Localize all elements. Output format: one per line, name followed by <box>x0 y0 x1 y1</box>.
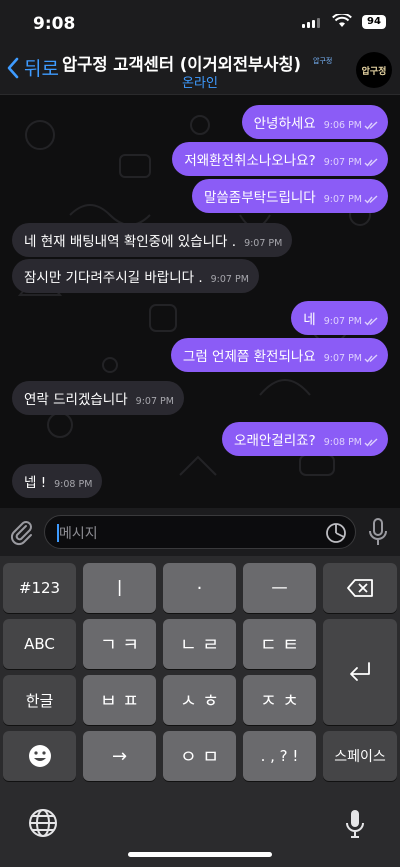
message-meta: 9:07 PM <box>136 396 174 407</box>
message-text: 안녕하세요 <box>253 116 316 132</box>
outgoing-message[interactable]: 오래안걸리죠? 9:08 PM <box>222 422 388 456</box>
emoji-icon <box>28 745 51 767</box>
key-arrow[interactable]: → <box>83 731 156 781</box>
message-time: 9:07 PM <box>244 238 283 249</box>
message-text: 네 현재 배팅내역 확인중에 있습니다 . <box>24 234 237 250</box>
outgoing-message[interactable]: 네 9:07 PM <box>291 301 388 335</box>
outgoing-message[interactable]: 그럼 언제쯤 환전되나요 9:07 PM <box>170 338 388 372</box>
key-s-h[interactable]: ㅅ ㅎ <box>163 675 236 725</box>
status-bar: 9:08 94 <box>0 0 400 46</box>
backspace-icon <box>347 579 373 597</box>
emoji-key[interactable] <box>3 731 76 781</box>
message-time: 9:07 PM <box>323 316 362 327</box>
incoming-message[interactable]: 연락 드리겠습니다 9:07 PM <box>12 381 184 415</box>
read-receipt-icon <box>364 158 378 167</box>
message-input[interactable]: 메시지 <box>44 515 356 549</box>
key-vowel-i[interactable]: ㅣ <box>83 563 156 613</box>
read-receipt-icon <box>364 438 378 447</box>
message-time: 9:08 PM <box>54 479 93 490</box>
wifi-icon <box>332 14 352 27</box>
read-receipt-icon <box>364 195 378 204</box>
chat-header: 뒤로 압구정 고객센터 (이거외전부사칭) 압구정 온라인 압구정 <box>0 46 400 95</box>
read-receipt-icon <box>364 354 378 363</box>
message-list: 안녕하세요 9:06 PM 저왜환전취소나오나요? 9:07 PM 말씀좀부탁드립니다 9… <box>0 95 400 508</box>
message-meta: 9:07 PM <box>324 353 378 364</box>
outgoing-message[interactable]: 안녕하세요 9:06 PM <box>241 105 388 139</box>
incoming-message[interactable]: 네 현재 배팅내역 확인중에 있습니다 . 9:07 PM <box>12 223 293 257</box>
incoming-message[interactable]: 잠시만 기다려주시길 바랍니다 . 9:07 PM <box>12 259 259 293</box>
message-text: 잠시만 기다려주시길 바랍니다 . <box>24 270 203 286</box>
key-d-t[interactable]: ㄷ ㅌ <box>243 619 316 669</box>
status-time: 9:08 <box>33 14 76 34</box>
key-j-ch[interactable]: ㅈ ㅊ <box>243 675 316 725</box>
message-meta: 9:08 PM <box>324 437 378 448</box>
chat-status: 온라인 <box>182 76 218 91</box>
read-receipt-icon <box>364 317 378 326</box>
return-icon <box>350 662 370 681</box>
key-o-m[interactable]: ㅇ ㅁ <box>163 731 236 781</box>
message-time: 9:07 PM <box>323 194 362 205</box>
space-key[interactable]: 스페이스 <box>323 731 397 781</box>
signal-icon <box>302 18 320 28</box>
message-text: 네 <box>303 312 316 328</box>
sticker-icon[interactable] <box>325 522 347 544</box>
message-meta: 9:07 PM <box>211 274 249 285</box>
message-meta: 9:07 PM <box>244 238 282 249</box>
key-vowel-eu[interactable]: ㅡ <box>243 563 316 613</box>
message-time: 9:07 PM <box>323 157 362 168</box>
key-g-k[interactable]: ㄱ ㅋ <box>83 619 156 669</box>
incoming-message[interactable]: 넵 ! 9:08 PM <box>12 464 103 498</box>
microphone-icon[interactable] <box>368 517 388 547</box>
message-meta: 9:07 PM <box>324 316 378 327</box>
message-text: 넵 ! <box>24 475 47 491</box>
backspace-key[interactable] <box>323 563 397 613</box>
dictation-icon[interactable] <box>344 808 366 840</box>
message-text: 말씀좀부탁드립니다 <box>203 190 316 206</box>
message-time: 9:07 PM <box>135 396 174 407</box>
message-time: 9:07 PM <box>323 353 362 364</box>
composer: 메시지 <box>0 508 400 556</box>
message-meta: 9:06 PM <box>324 120 378 131</box>
message-meta: 9:07 PM <box>324 157 378 168</box>
globe-icon[interactable] <box>28 808 58 838</box>
return-key[interactable] <box>323 619 397 725</box>
message-time: 9:08 PM <box>323 437 362 448</box>
outgoing-message[interactable]: 저왜환전취소나오나요? 9:07 PM <box>172 142 388 176</box>
message-text: 그럼 언제쯤 환전되나요 <box>182 349 316 365</box>
keyboard: #123 ㅣ · ㅡ ABC ㄱ ㅋ ㄴ ㄹ ㄷ ㅌ 한글 ㅂ ㅍ ㅅ ㅎ ㅈ … <box>0 556 400 867</box>
message-time: 9:06 PM <box>323 120 362 131</box>
key-punctuation[interactable]: . , ? ! <box>243 731 316 781</box>
read-receipt-icon <box>364 121 378 130</box>
message-time: 9:07 PM <box>210 274 249 285</box>
key-b-p[interactable]: ㅂ ㅍ <box>83 675 156 725</box>
message-meta: 9:07 PM <box>324 194 378 205</box>
home-indicator <box>128 852 272 857</box>
outgoing-message[interactable]: 말씀좀부탁드립니다 9:07 PM <box>191 179 388 213</box>
attach-icon[interactable] <box>8 518 34 546</box>
message-meta: 9:08 PM <box>54 479 92 490</box>
message-text: 연락 드리겠습니다 <box>24 392 128 408</box>
title-tag: 압구정 <box>313 57 333 65</box>
key-dot[interactable]: · <box>163 563 236 613</box>
avatar[interactable]: 압구정 <box>356 52 392 88</box>
key-abc[interactable]: ABC <box>3 619 76 669</box>
message-placeholder: 메시지 <box>59 526 98 542</box>
key-numbers[interactable]: #123 <box>3 563 76 613</box>
message-text: 저왜환전취소나오나요? <box>184 153 316 169</box>
message-text: 오래안걸리죠? <box>234 433 316 449</box>
key-n-r[interactable]: ㄴ ㄹ <box>163 619 236 669</box>
battery-icon: 94 <box>362 15 386 29</box>
key-hangul[interactable]: 한글 <box>3 675 76 725</box>
